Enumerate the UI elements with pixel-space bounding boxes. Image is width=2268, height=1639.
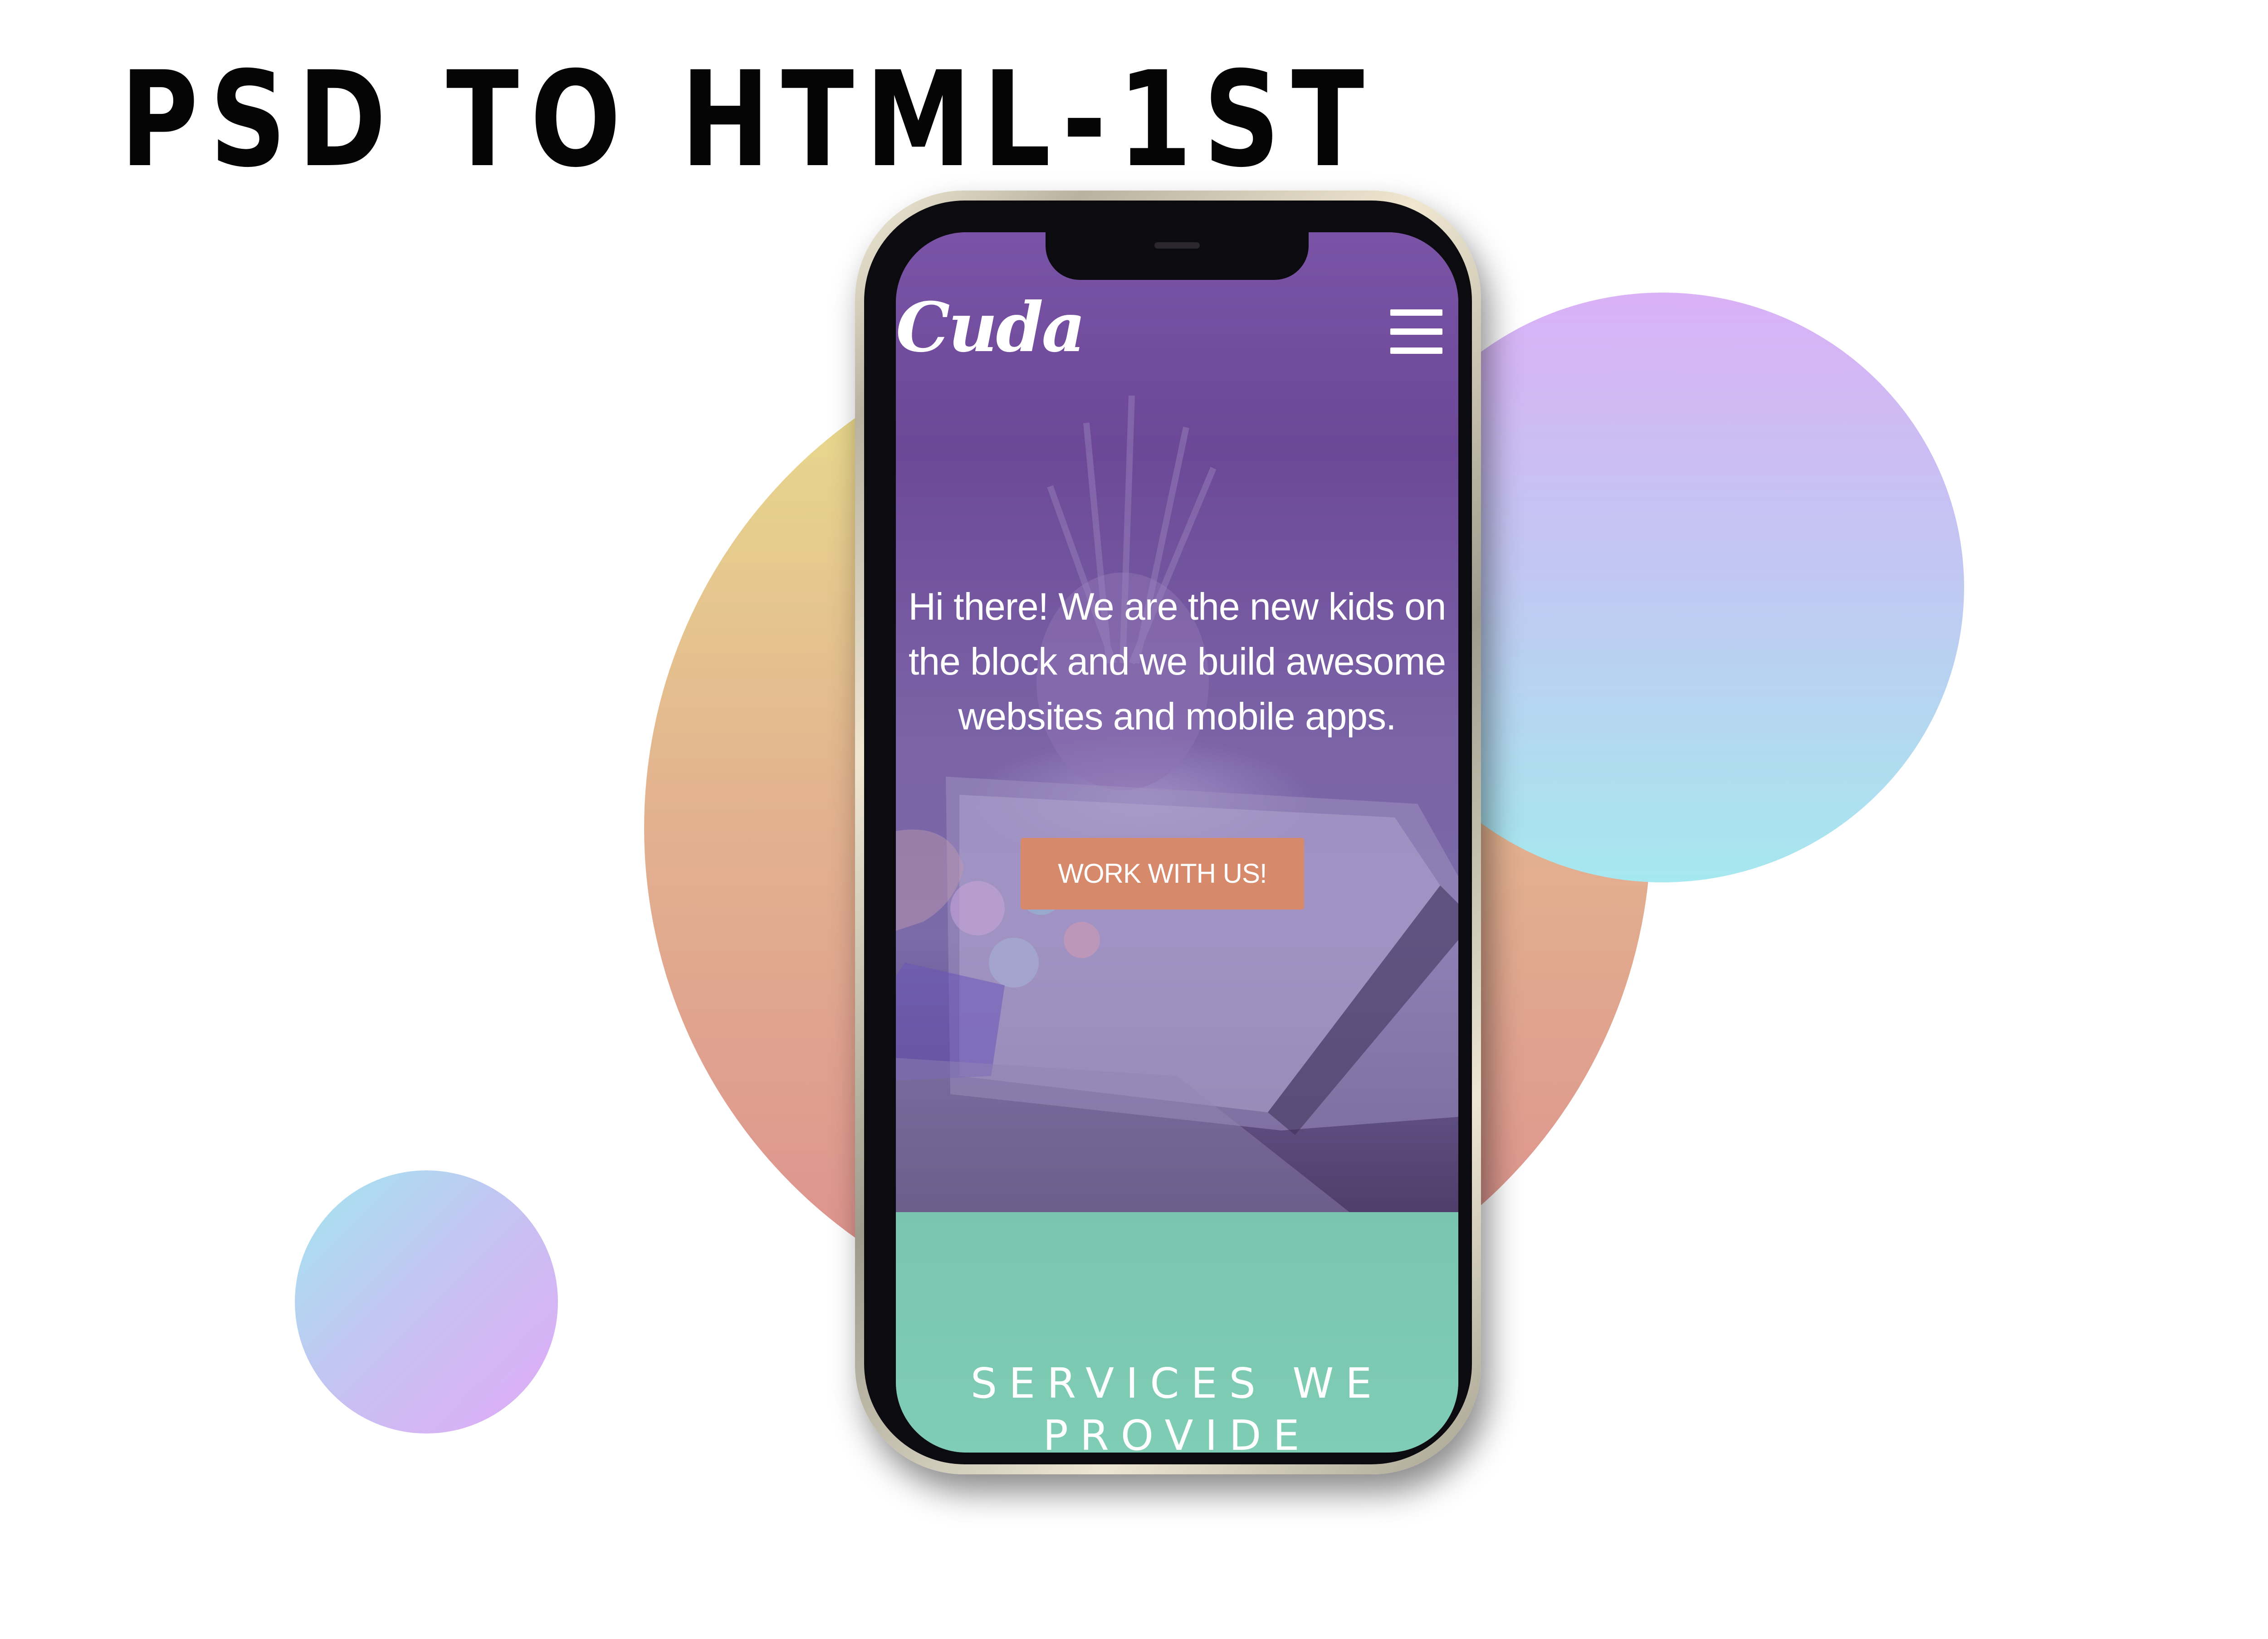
phone-mockup: Cuda Hi there! We are the new kids on th… [855,191,1481,1474]
page-title: PSD TO HTML-1ST [120,44,1376,196]
services-section: SERVICES WE PROVIDE [896,1212,1458,1453]
decorative-circle-small [295,1170,558,1434]
work-with-us-button[interactable]: WORK WITH US! [1021,838,1304,910]
hamburger-menu-icon[interactable] [1390,309,1442,355]
brand-logo[interactable]: Cuda [896,294,1086,362]
hero-headline: Hi there! We are the new kids on the blo… [908,585,1446,738]
mockup-stage: PSD TO HTML-1ST Cuda Hi there! We are th… [0,0,2268,1639]
services-heading: SERVICES WE PROVIDE [970,1359,1384,1453]
speaker-grille [1154,242,1200,249]
phone-screen: Cuda Hi there! We are the new kids on th… [896,232,1458,1453]
phone-bezel: Cuda Hi there! We are the new kids on th… [864,201,1472,1464]
hero-section: Cuda Hi there! We are the new kids on th… [896,232,1458,1212]
phone-notch [1046,232,1309,280]
